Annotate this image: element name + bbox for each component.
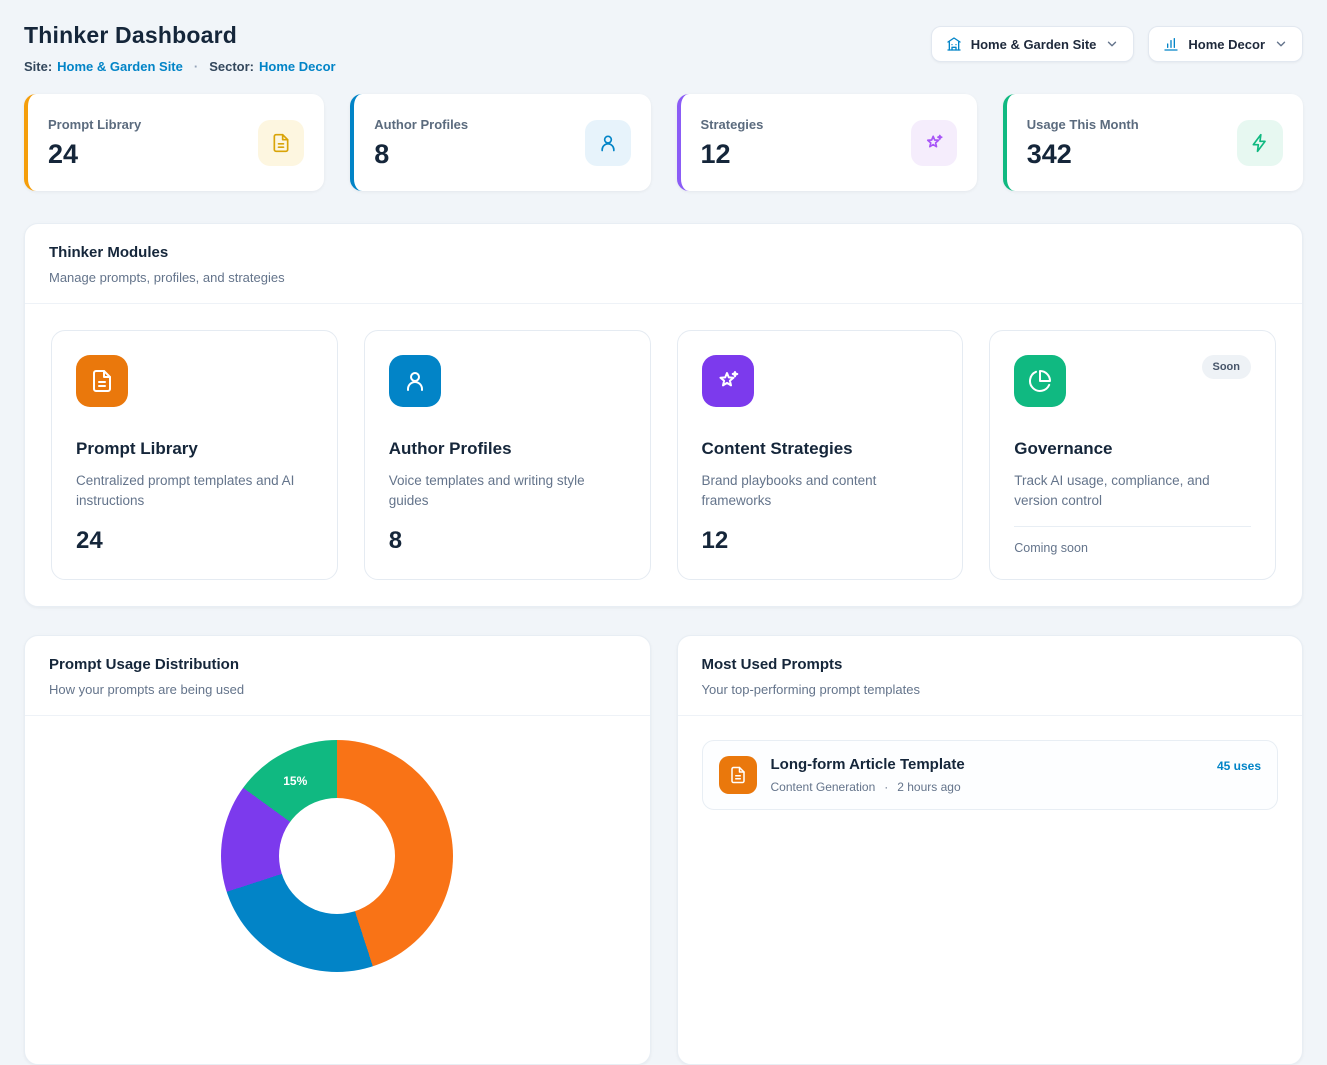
module-card-governance[interactable]: Soon Governance Track AI usage, complian…: [989, 330, 1276, 580]
sparkle-star-icon: [911, 120, 957, 166]
bar-chart-icon: [1163, 36, 1179, 52]
donut-label: 15%: [283, 774, 307, 788]
module-description: Centralized prompt templates and AI inst…: [76, 471, 313, 512]
header-selectors: Home & Garden Site Home Decor: [931, 18, 1303, 62]
chevron-down-icon: [1105, 37, 1119, 51]
module-count: 8: [389, 527, 626, 555]
sector-label: Sector:: [209, 59, 254, 74]
module-divider: [1014, 526, 1251, 527]
stat-label: Usage This Month: [1027, 117, 1139, 132]
prompt-category: Content Generation: [771, 780, 876, 794]
module-title: Prompt Library: [76, 439, 313, 459]
stat-card-usage: Usage This Month 342: [1003, 94, 1303, 191]
usage-panel-header: Prompt Usage Distribution How your promp…: [25, 636, 650, 716]
most-used-panel-header: Most Used Prompts Your top-performing pr…: [678, 636, 1303, 716]
coming-soon-label: Coming soon: [1014, 541, 1251, 555]
donut-hole: [279, 798, 395, 914]
module-description: Voice templates and writing style guides: [389, 471, 626, 512]
module-description: Track AI usage, compliance, and version …: [1014, 471, 1251, 512]
pie-chart-icon: [1014, 355, 1066, 407]
meta-separator: ·: [194, 59, 198, 74]
sector-link[interactable]: Home Decor: [259, 59, 336, 74]
stat-card-author-profiles: Author Profiles 8: [350, 94, 650, 191]
header-left: Thinker Dashboard Site: Home & Garden Si…: [24, 18, 336, 74]
most-used-panel-subtitle: Your top-performing prompt templates: [702, 682, 1279, 697]
user-icon: [585, 120, 631, 166]
bottom-row: Prompt Usage Distribution How your promp…: [24, 635, 1303, 1065]
modules-panel-header: Thinker Modules Manage prompts, profiles…: [25, 224, 1302, 304]
lightning-icon: [1237, 120, 1283, 166]
most-used-prompts-panel: Most Used Prompts Your top-performing pr…: [677, 635, 1304, 1065]
most-used-panel-title: Most Used Prompts: [702, 656, 1279, 673]
modules-grid: Prompt Library Centralized prompt templa…: [25, 304, 1302, 606]
prompt-list: Long-form Article Template Content Gener…: [678, 716, 1303, 834]
module-title: Author Profiles: [389, 439, 626, 459]
modules-panel-subtitle: Manage prompts, profiles, and strategies: [49, 270, 1278, 285]
meta-separator: ·: [884, 780, 888, 794]
sector-selector-label: Home Decor: [1188, 37, 1265, 52]
site-selector-dropdown[interactable]: Home & Garden Site: [931, 26, 1135, 62]
stat-text: Prompt Library 24: [48, 117, 141, 168]
prompt-time: 2 hours ago: [897, 780, 960, 794]
module-description: Brand playbooks and content frameworks: [702, 471, 939, 512]
donut-chart-area: 15%: [25, 716, 650, 972]
site-link[interactable]: Home & Garden Site: [57, 59, 183, 74]
sparkle-star-icon: [702, 355, 754, 407]
prompt-title: Long-form Article Template: [771, 756, 1203, 773]
building-icon: [946, 36, 962, 52]
usage-panel-title: Prompt Usage Distribution: [49, 656, 626, 673]
dashboard-page: Thinker Dashboard Site: Home & Garden Si…: [0, 0, 1327, 1065]
module-card-prompt-library[interactable]: Prompt Library Centralized prompt templa…: [51, 330, 338, 580]
user-icon: [389, 355, 441, 407]
prompt-uses-badge: 45 uses: [1217, 756, 1261, 773]
stat-label: Strategies: [701, 117, 764, 132]
module-card-content-strategies[interactable]: Content Strategies Brand playbooks and c…: [677, 330, 964, 580]
module-title: Content Strategies: [702, 439, 939, 459]
stat-label: Prompt Library: [48, 117, 141, 132]
stat-value: 8: [374, 141, 468, 168]
stat-card-prompt-library: Prompt Library 24: [24, 94, 324, 191]
page-title: Thinker Dashboard: [24, 22, 336, 49]
top-bar: Thinker Dashboard Site: Home & Garden Si…: [24, 18, 1303, 74]
usage-panel-subtitle: How your prompts are being used: [49, 682, 626, 697]
sector-selector-dropdown[interactable]: Home Decor: [1148, 26, 1303, 62]
stat-card-strategies: Strategies 12: [677, 94, 977, 191]
site-selector-label: Home & Garden Site: [971, 37, 1097, 52]
modules-panel-title: Thinker Modules: [49, 244, 1278, 261]
stat-value: 12: [701, 141, 764, 168]
stat-value: 342: [1027, 141, 1139, 168]
site-sector-breadcrumb: Site: Home & Garden Site · Sector: Home …: [24, 59, 336, 74]
usage-donut-chart: 15%: [221, 740, 453, 972]
prompt-info: Long-form Article Template Content Gener…: [771, 756, 1203, 794]
list-item[interactable]: Long-form Article Template Content Gener…: [702, 740, 1279, 810]
module-count: 12: [702, 527, 939, 555]
stat-label: Author Profiles: [374, 117, 468, 132]
document-icon: [76, 355, 128, 407]
soon-badge: Soon: [1202, 355, 1252, 379]
module-count: 24: [76, 527, 313, 555]
stat-value: 24: [48, 141, 141, 168]
module-top-row: Soon: [1014, 355, 1251, 407]
site-label: Site:: [24, 59, 52, 74]
stat-text: Usage This Month 342: [1027, 117, 1139, 168]
prompt-usage-panel: Prompt Usage Distribution How your promp…: [24, 635, 651, 1065]
stat-text: Author Profiles 8: [374, 117, 468, 168]
chevron-down-icon: [1274, 37, 1288, 51]
document-icon: [258, 120, 304, 166]
module-title: Governance: [1014, 439, 1251, 459]
stats-row: Prompt Library 24 Author Profiles 8 Stra…: [24, 94, 1303, 191]
module-card-author-profiles[interactable]: Author Profiles Voice templates and writ…: [364, 330, 651, 580]
document-icon: [719, 756, 757, 794]
thinker-modules-panel: Thinker Modules Manage prompts, profiles…: [24, 223, 1303, 607]
stat-text: Strategies 12: [701, 117, 764, 168]
prompt-meta: Content Generation · 2 hours ago: [771, 780, 1203, 794]
